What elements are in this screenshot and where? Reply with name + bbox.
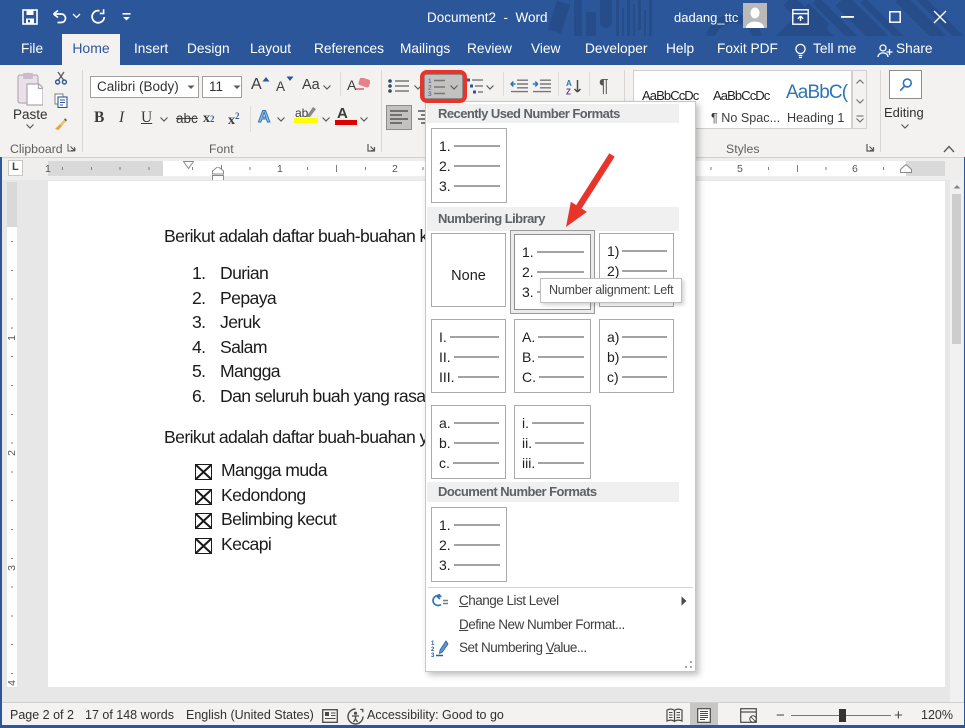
svg-text:3: 3: [431, 653, 435, 657]
svg-text:Z: Z: [566, 88, 571, 96]
